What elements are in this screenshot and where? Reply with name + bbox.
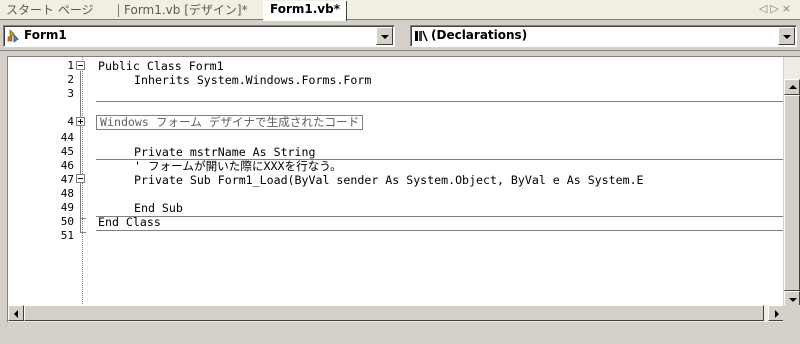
line-number: 47 — [60, 173, 74, 186]
code-line: 50 End Class — [8, 215, 788, 229]
line-number: 45 — [60, 145, 74, 158]
scroll-left-button[interactable] — [8, 305, 24, 321]
code-text: Private mstrName As String — [134, 145, 316, 159]
method-name-dropdown[interactable]: (Declarations) — [410, 25, 797, 47]
code-text: Inherits System.Windows.Forms.Form — [134, 73, 372, 87]
class-dropdown-button[interactable] — [376, 27, 393, 45]
arrow-right-icon — [775, 310, 779, 318]
code-line: 51 — [8, 229, 788, 243]
class-name-value: Form1 — [24, 28, 67, 42]
code-text: End Sub — [134, 201, 183, 215]
code-editor[interactable]: 1 Public Class Form1 2 Inherits System.W… — [7, 56, 800, 322]
code-line: 44 — [8, 131, 788, 145]
class-name-dropdown[interactable]: Form1 — [3, 25, 395, 47]
line-number: 3 — [67, 87, 74, 100]
line-number: 44 — [60, 131, 74, 144]
tab-start-page[interactable]: スタート ページ — [4, 2, 96, 19]
procedure-separator — [96, 101, 786, 102]
size-grip — [783, 305, 800, 322]
chevron-down-icon — [381, 35, 389, 39]
tab-separator — [118, 4, 119, 17]
code-text: Private Sub Form1_Load(ByVal sender As S… — [134, 173, 644, 187]
line-number: 50 — [60, 215, 74, 228]
line-number: 48 — [60, 187, 74, 200]
collapsed-region[interactable]: Windows フォーム デザイナで生成されたコード — [96, 115, 364, 130]
method-name-value: (Declarations) — [431, 28, 528, 42]
line-number: 4 — [67, 115, 74, 128]
window-bottom-edge — [0, 322, 800, 344]
tab-navigation: ◁▷× — [759, 2, 794, 15]
scroll-up-button[interactable] — [784, 79, 800, 95]
arrow-left-icon — [14, 310, 18, 318]
line-number: 46 — [60, 159, 74, 172]
chevron-down-icon — [783, 35, 791, 39]
code-comment: ' フォームが開いた際にXXXを行なう。 — [134, 159, 342, 173]
code-line: 45 Private mstrName As String — [8, 145, 788, 159]
vertical-scrollbar[interactable] — [783, 57, 800, 307]
code-line: 2 Inherits System.Windows.Forms.Form — [8, 73, 788, 87]
code-text: End Class — [98, 215, 161, 229]
scroll-tabs-right-icon[interactable]: ▷ — [770, 2, 781, 15]
line-number: 1 — [67, 59, 74, 72]
horizontal-scroll-thumb[interactable] — [24, 305, 764, 321]
declarations-icon — [415, 30, 428, 42]
code-line: 49 End Sub — [8, 201, 788, 215]
navigation-bar: Form1 (Declarations) — [0, 21, 800, 51]
arrow-down-icon — [789, 298, 797, 302]
arrow-up-icon — [789, 85, 797, 89]
line-number: 49 — [60, 201, 74, 214]
code-line: 1 Public Class Form1 — [8, 59, 788, 73]
method-dropdown-button[interactable] — [778, 27, 795, 45]
horizontal-scrollbar[interactable] — [8, 305, 784, 322]
line-number: 2 — [67, 73, 74, 86]
tab-form1-designer[interactable]: Form1.vb [デザイン]* — [122, 2, 250, 19]
code-line: 47 Private Sub Form1_Load(ByVal sender A… — [8, 173, 788, 187]
vertical-scroll-thumb[interactable] — [784, 95, 800, 291]
close-tab-icon[interactable]: × — [782, 2, 794, 15]
code-line: 4 Windows フォーム デザイナで生成されたコード — [8, 115, 788, 130]
code-line: 48 — [8, 187, 788, 201]
code-text: Public Class Form1 — [98, 59, 224, 73]
tab-form1-code[interactable]: Form1.vb* — [263, 1, 347, 21]
line-number: 51 — [60, 229, 74, 242]
class-icon — [7, 29, 19, 43]
scroll-right-button[interactable] — [768, 305, 784, 321]
code-line: 3 — [8, 87, 788, 101]
code-line: 46 ' フォームが開いた際にXXXを行なう。 — [8, 159, 788, 173]
scroll-tabs-left-icon[interactable]: ◁ — [759, 2, 770, 15]
document-tab-strip: スタート ページ Form1.vb [デザイン]* Form1.vb* ◁▷× — [0, 0, 800, 21]
